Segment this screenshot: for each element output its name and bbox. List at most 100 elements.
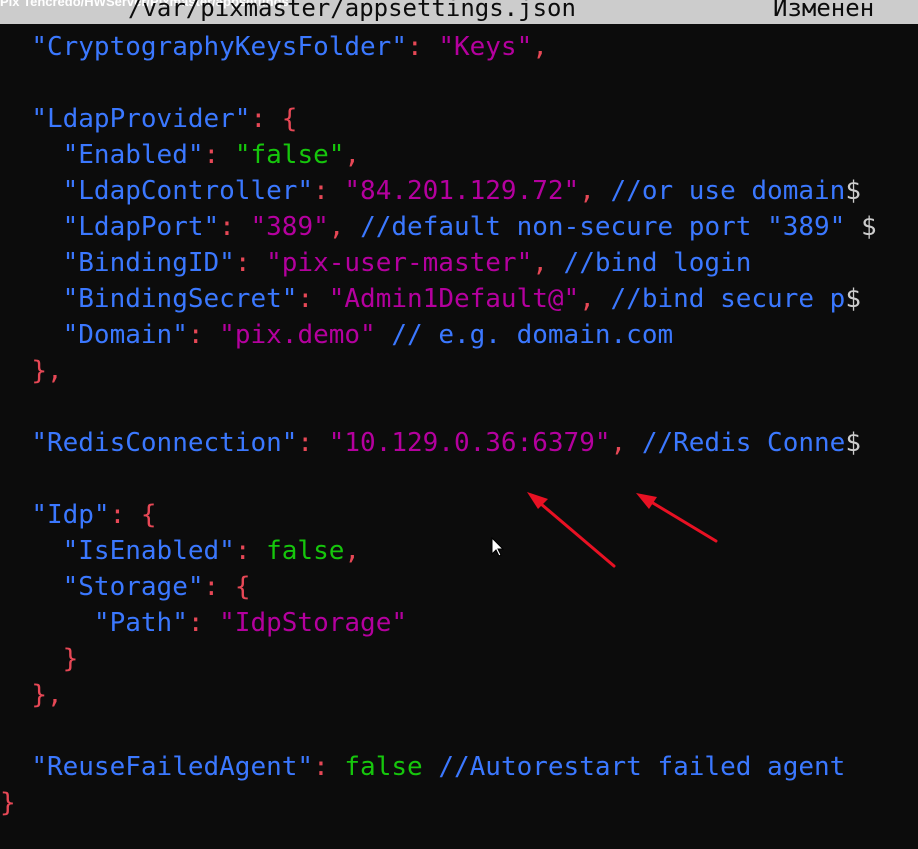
punctuation: : { (109, 500, 157, 530)
punctuation (423, 752, 439, 782)
code-line: "LdapPort": "389", //default non-secure … (0, 209, 877, 245)
code-line: }, (0, 353, 63, 389)
punctuation: }, (31, 680, 63, 710)
boolean-string: "false" (234, 140, 345, 170)
comment: //default non-secure port "389" (360, 212, 846, 242)
string-value: "IdpStorage" (219, 608, 407, 638)
json-key: "Enabled" (62, 140, 204, 170)
comment: //bind secure p (610, 284, 846, 314)
nano-title-bar: Pix Tehcredo/HWServer/Pixmaster/appsetti… (0, 0, 918, 24)
punctuation (376, 320, 392, 350)
json-key: "LdapPort" (62, 212, 220, 242)
punctuation: : (203, 140, 235, 170)
code-line: }, (0, 677, 63, 713)
punctuation: : (187, 320, 220, 350)
json-key: "Domain" (62, 320, 188, 350)
code-line: "LdapProvider": { (0, 101, 297, 137)
json-key: "CryptographyKeysFolder" (31, 32, 407, 62)
file-path: /var/pixmaster/appsettings.json (128, 0, 576, 22)
line-truncation-marker: $ (845, 284, 861, 314)
code-line: "IsEnabled": false, (0, 533, 360, 569)
line-truncation-marker: $ (845, 428, 861, 458)
punctuation: , (328, 212, 361, 242)
json-key: "BindingSecret" (62, 284, 298, 314)
punctuation: : (313, 752, 345, 782)
comment: //bind login (563, 248, 752, 278)
punctuation: : (297, 428, 329, 458)
json-key: "RedisConnection" (31, 428, 298, 458)
string-value: "pix.demo" (219, 320, 376, 350)
json-key: "BindingID" (62, 248, 235, 278)
code-line: "Domain": "pix.demo" // e.g. domain.com (0, 317, 674, 353)
editor-area[interactable]: "CryptographyKeysFolder": "Keys", "LdapP… (0, 24, 918, 849)
code-line: "Path": "IdpStorage" (0, 605, 407, 641)
comment: //or use domain (610, 176, 846, 206)
punctuation: : (219, 212, 251, 242)
code-line: "BindingID": "pix-user-master", //bind l… (0, 245, 752, 281)
code-line: "BindingSecret": "Admin1Default@", //bin… (0, 281, 861, 317)
modified-status: Изменен (773, 0, 875, 22)
code-line: "LdapController": "84.201.129.72", //or … (0, 173, 861, 209)
comment: //Redis Conne (641, 428, 846, 458)
code-line: "Storage": { (0, 569, 251, 605)
code-line: } (0, 641, 79, 677)
string-value: "10.129.0.36:6379" (328, 428, 611, 458)
punctuation: , (344, 536, 361, 566)
punctuation: : (313, 176, 345, 206)
boolean-literal: false (344, 752, 423, 782)
string-value: "Admin1Default@" (328, 284, 580, 314)
punctuation: }, (31, 356, 63, 386)
code-line: "CryptographyKeysFolder": "Keys", (0, 29, 548, 65)
json-key: "Idp" (31, 500, 110, 530)
comment: //Autorestart failed agent (438, 752, 846, 782)
json-key: "Path" (93, 608, 188, 638)
code-line: } (0, 785, 16, 821)
punctuation: : (234, 536, 267, 566)
punctuation: , (344, 140, 361, 170)
punctuation: : (297, 284, 329, 314)
punctuation: } (62, 644, 79, 674)
json-key: "LdapController" (62, 176, 314, 206)
punctuation: : (187, 608, 220, 638)
json-key: "Storage" (62, 572, 204, 602)
comment: // e.g. domain.com (391, 320, 674, 350)
code-line: "Enabled": "false", (0, 137, 360, 173)
string-value: "pix-user-master" (266, 248, 533, 278)
string-value: "Keys" (438, 32, 533, 62)
json-key: "LdapProvider" (31, 104, 251, 134)
punctuation: : (407, 32, 439, 62)
line-truncation-marker: $ (845, 212, 877, 242)
code-line: "RedisConnection": "10.129.0.36:6379", /… (0, 425, 861, 461)
code-line: "Idp": { (0, 497, 157, 533)
json-key: "ReuseFailedAgent" (31, 752, 314, 782)
punctuation: , (532, 248, 564, 278)
code-line: "ReuseFailedAgent": false //Autorestart … (0, 749, 845, 785)
string-value: "84.201.129.72" (344, 176, 580, 206)
punctuation: : { (203, 572, 251, 602)
line-truncation-marker: $ (845, 176, 861, 206)
punctuation: : (234, 248, 267, 278)
boolean-literal: false (266, 536, 345, 566)
punctuation: , (579, 176, 611, 206)
punctuation: } (0, 788, 16, 818)
punctuation: , (579, 284, 611, 314)
punctuation: , (532, 32, 548, 62)
punctuation: , (610, 428, 642, 458)
punctuation: : { (250, 104, 298, 134)
